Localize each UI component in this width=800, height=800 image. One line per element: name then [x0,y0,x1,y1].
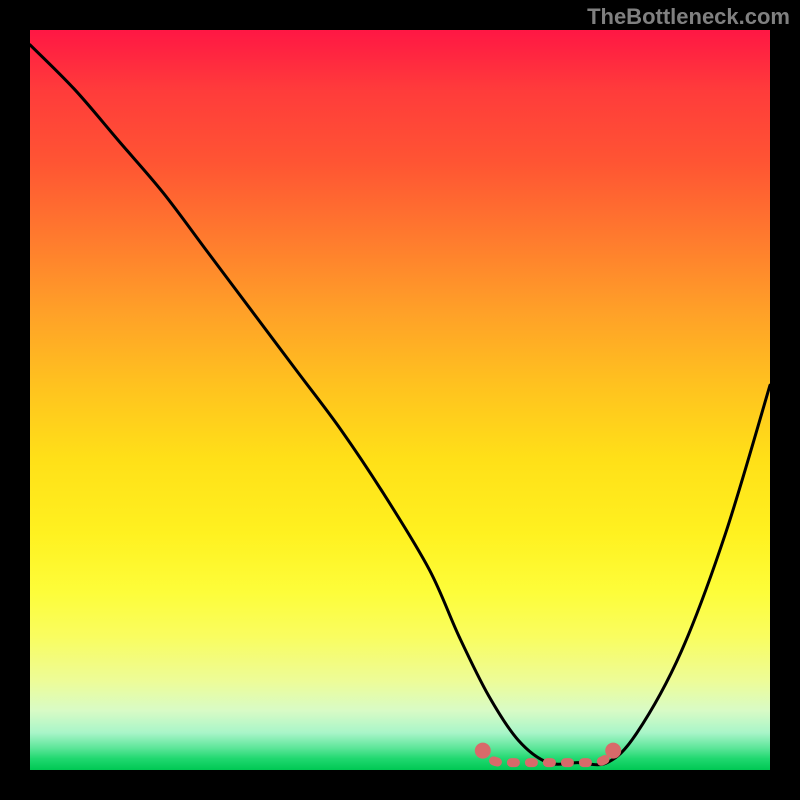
bottleneck-curve [30,30,770,770]
curve-path [30,45,770,765]
flat-segment [481,749,615,763]
chart-container: TheBottleneck.com [0,0,800,800]
flat-end-dot [605,743,621,759]
flat-start-dot [475,743,491,759]
watermark-text: TheBottleneck.com [587,4,790,30]
